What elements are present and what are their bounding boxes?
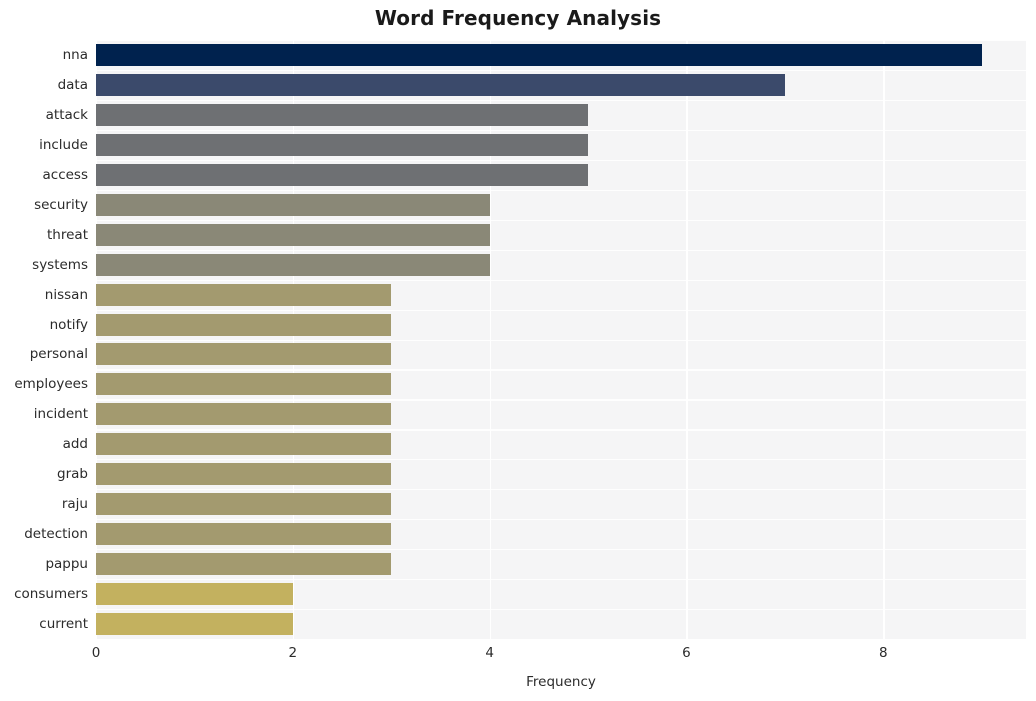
y-tick-label-incident: incident [33,406,88,423]
y-tick-label-detection: detection [24,526,88,543]
y-tick-label-notify: notify [49,316,88,333]
y-tick-label-employees: employees [14,376,88,393]
bar-add[interactable] [96,433,392,456]
gridline-y [96,99,1026,102]
gridline-y [96,579,1026,581]
y-tick-label-personal: personal [29,346,88,363]
gridline-y [96,159,1026,161]
y-tick-label-data: data [57,76,88,93]
x-axis-label: Frequency [526,674,596,690]
gridline-y [96,309,1026,311]
y-tick-label-access: access [42,166,89,183]
gridline-y [96,369,1026,371]
y-axis-tick-labels: nna data attack include access security threat… [0,40,88,639]
bar-employees[interactable] [96,373,392,396]
gridline-y [96,519,1026,521]
bar-raju[interactable] [96,493,392,516]
bar-include[interactable] [96,133,589,156]
x-tick-label-4: 4 [485,645,494,661]
bar-security[interactable] [96,193,490,216]
x-tick-label-0: 0 [91,645,101,661]
x-axis-tick-labels: 0 2 4 6 8 [0,645,1036,667]
y-tick-label-threat: threat [47,226,88,243]
gridline-y [96,429,1026,431]
gridline-y [96,489,1026,491]
bars-layer [96,40,1026,639]
plot-area [96,40,1026,639]
bar-systems[interactable] [96,253,490,276]
y-tick-label-include: include [39,136,88,153]
y-tick-label-systems: systems [32,256,88,273]
gridline-y [96,339,1026,341]
y-tick-label-attack: attack [45,106,88,123]
x-tick-label-8: 8 [879,645,888,661]
y-tick-label-add: add [62,436,88,453]
bar-attack[interactable] [96,103,589,126]
x-tick-label-2: 2 [288,645,298,661]
y-tick-label-nissan: nissan [44,286,88,303]
bar-pappu[interactable] [96,553,392,576]
gridline-y [96,459,1026,461]
gridline-y [96,189,1026,191]
y-tick-label-current: current [39,616,88,633]
y-tick-label-security: security [34,196,88,213]
bar-data[interactable] [96,73,785,96]
gridline-y [96,249,1026,251]
bar-threat[interactable] [96,223,490,246]
gridline-y [96,399,1026,401]
bar-personal[interactable] [96,343,392,366]
x-tick-label-6: 6 [682,645,691,661]
y-tick-label-pappu: pappu [45,556,88,573]
y-tick-label-raju: raju [61,496,88,513]
y-tick-label-nna: nna [62,46,88,63]
gridline-y [96,69,1026,72]
bar-consumers[interactable] [96,583,293,606]
bar-notify[interactable] [96,313,392,336]
gridline-y [96,219,1026,221]
word-frequency-bar-chart: Word Frequency Analysis nna data attack inc… [0,0,1036,701]
gridline-y [96,609,1026,611]
bar-access[interactable] [96,163,589,186]
bar-grab[interactable] [96,463,392,486]
gridline-y [96,129,1026,132]
bar-nna[interactable] [96,43,982,66]
gridline-y [96,279,1026,281]
bar-current[interactable] [96,613,293,636]
gridline-y [96,40,1026,42]
y-tick-label-consumers: consumers [14,586,88,603]
y-tick-label-grab: grab [57,466,88,483]
bar-detection[interactable] [96,523,392,546]
bar-incident[interactable] [96,403,392,426]
bar-nissan[interactable] [96,283,392,306]
gridline-y [96,549,1026,551]
chart-title: Word Frequency Analysis [374,6,662,30]
